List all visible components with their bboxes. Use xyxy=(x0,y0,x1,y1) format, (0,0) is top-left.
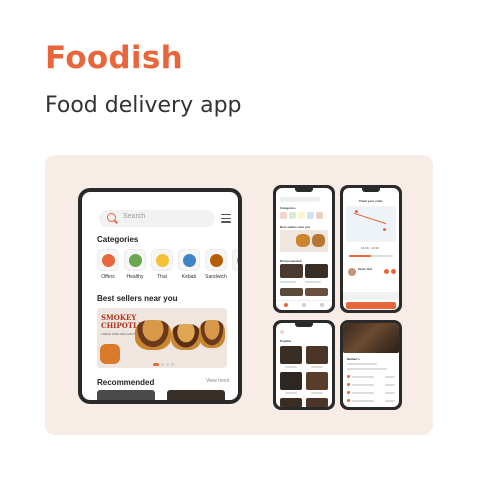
phone-detail-mockup: Nathan's xyxy=(340,320,402,410)
phone-home-categories: Categories xyxy=(280,206,296,210)
promo-banner[interactable]: SMOKEY CHIPOTLE FRESH FIRE-GRILLED BURGE… xyxy=(97,308,227,368)
restaurant-photo xyxy=(343,323,399,353)
burger-image xyxy=(171,324,201,350)
burger-image xyxy=(199,320,225,348)
category-label: Thai xyxy=(157,274,167,280)
category-item[interactable]: Thai xyxy=(151,249,173,280)
recommended-card[interactable] xyxy=(97,390,155,400)
view-more-link[interactable]: View more xyxy=(206,378,230,384)
burger-image xyxy=(135,320,171,350)
more-icon xyxy=(232,249,238,271)
noodles-icon xyxy=(151,249,173,271)
category-item[interactable]: Kebab xyxy=(178,249,200,280)
category-label: T xyxy=(232,274,238,280)
phone-popular-screen: Popular xyxy=(276,323,332,407)
fries-image xyxy=(100,344,120,364)
tablet-mockup: Search Categories Offers Healthy Thai Kebab… xyxy=(78,188,242,404)
kebab-icon xyxy=(178,249,200,271)
phone-home-recommended: Recommended xyxy=(280,259,302,263)
track-button[interactable] xyxy=(346,302,396,309)
search-icon xyxy=(107,213,116,222)
categories-heading: Categories xyxy=(97,235,139,244)
best-sellers-heading: Best sellers near you xyxy=(97,294,178,303)
showcase: Foodish Food delivery app Search Categor… xyxy=(0,0,477,477)
category-label: Offers xyxy=(101,274,115,280)
phone-home-mockup: Categories Best sellers near you Recomme… xyxy=(273,185,335,313)
phone-home-sellers: Best sellers near you xyxy=(280,225,311,229)
offers-icon xyxy=(97,249,119,271)
category-item[interactable]: Sandwich xyxy=(205,249,227,280)
tablet-screen: Search Categories Offers Healthy Thai Kebab… xyxy=(82,192,238,400)
category-label: Kebab xyxy=(181,274,197,280)
phone-detail-heading: Nathan's xyxy=(347,357,360,361)
category-list: Offers Healthy Thai Kebab Sandwich T xyxy=(97,249,238,280)
recommended-heading: Recommended xyxy=(97,378,155,387)
phone-popular-heading: Popular xyxy=(280,339,292,343)
brand-title: Foodish xyxy=(45,40,183,76)
phone-tracking-mockup: Track your order 13:00 - 13:30 Dexter Ja… xyxy=(340,185,402,313)
search-input[interactable]: Search xyxy=(99,210,215,227)
phone-detail-screen: Nathan's xyxy=(343,323,399,407)
category-item[interactable]: Healthy xyxy=(124,249,146,280)
category-item[interactable]: Offers xyxy=(97,249,119,280)
category-item[interactable]: T xyxy=(232,249,238,280)
phone-tracking-title: Track your order xyxy=(359,199,383,203)
phone-tracking-courier: Dexter Jack xyxy=(358,268,373,271)
recommended-card[interactable] xyxy=(167,390,225,400)
category-label: Sandwich xyxy=(205,274,227,280)
carousel-dots[interactable] xyxy=(153,363,174,366)
phone-home-screen: Categories Best sellers near you Recomme… xyxy=(276,188,332,310)
filter-icon[interactable] xyxy=(221,214,231,223)
salad-icon xyxy=(124,249,146,271)
search-placeholder: Search xyxy=(123,213,146,220)
phone-popular-mockup: Popular xyxy=(273,320,335,410)
phone-tracking-screen: Track your order 13:00 - 13:30 Dexter Ja… xyxy=(343,188,399,310)
category-label: Healthy xyxy=(126,274,144,280)
sandwich-icon xyxy=(205,249,227,271)
phone-tracking-time: 13:00 - 13:30 xyxy=(361,246,379,250)
mockup-panel: Search Categories Offers Healthy Thai Kebab… xyxy=(45,155,433,435)
tagline: Food delivery app xyxy=(45,93,242,118)
